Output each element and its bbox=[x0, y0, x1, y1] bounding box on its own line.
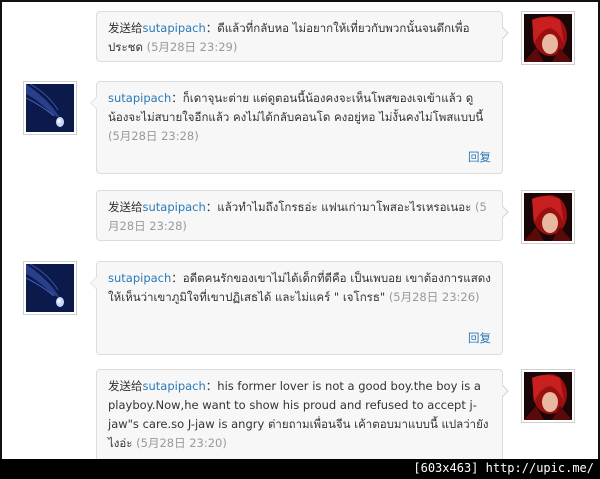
bubble-arrow bbox=[90, 96, 97, 110]
message-time: (5月28日 23:20) bbox=[136, 436, 227, 450]
message-time: (5月28日 23:29) bbox=[146, 40, 238, 54]
avatar[interactable] bbox=[521, 190, 575, 244]
sender-avatar-icon bbox=[26, 264, 74, 312]
user-avatar-icon bbox=[524, 14, 572, 62]
avatar[interactable] bbox=[23, 261, 77, 315]
sent-message-bubble: 发送给sutapipach：ดีแล้วที่กลับหอ ไม่อยากให้… bbox=[96, 11, 509, 62]
reply-button[interactable]: 回复 bbox=[468, 329, 491, 348]
message-thread: 发送给sutapipach：ดีแล้วที่กลับหอ ไม่อยากให้… bbox=[0, 0, 600, 479]
message-time: (5月28日 23:26) bbox=[388, 290, 480, 304]
separator: ： bbox=[205, 200, 218, 214]
received-message-bubble: sutapipach：อดีตคนรักของเขาไม่ได้เด็กที่ด… bbox=[90, 261, 503, 355]
recipient-link[interactable]: sutapipach bbox=[143, 200, 206, 214]
user-avatar-icon bbox=[524, 193, 572, 241]
sent-to-prefix: 发送给 bbox=[108, 379, 143, 393]
sent-to-prefix: 发送给 bbox=[108, 200, 143, 214]
bubble-arrow bbox=[501, 26, 509, 40]
message-text: แล้วทำไมถึงโกรธอ่ะ แฟนเก่ามาโพสอะไรเหรอเ… bbox=[217, 200, 472, 214]
avatar[interactable] bbox=[521, 369, 575, 423]
separator: ： bbox=[205, 21, 218, 35]
reply-button[interactable]: 回复 bbox=[468, 148, 491, 167]
bubble-arrow bbox=[501, 205, 509, 219]
recipient-link[interactable]: sutapipach bbox=[143, 379, 206, 393]
footer-text: [603x463] http://upic.me/ bbox=[413, 461, 594, 475]
sender-link[interactable]: sutapipach bbox=[108, 91, 171, 105]
separator: ： bbox=[171, 91, 183, 105]
sent-message-bubble: 发送给sutapipach：his former lover is not a … bbox=[96, 369, 509, 461]
avatar[interactable] bbox=[23, 81, 77, 135]
user-avatar-icon bbox=[524, 372, 572, 420]
recipient-link[interactable]: sutapipach bbox=[143, 21, 206, 35]
sent-message-bubble: 发送给sutapipach：แล้วทำไมถึงโกรธอ่ะ แฟนเก่า… bbox=[96, 190, 509, 241]
sender-avatar-icon bbox=[26, 84, 74, 132]
bubble-arrow bbox=[90, 276, 97, 290]
sender-link[interactable]: sutapipach bbox=[108, 271, 171, 285]
separator: ： bbox=[171, 271, 183, 285]
avatar[interactable] bbox=[521, 11, 575, 65]
received-message-bubble: sutapipach：ก็เดาจุนะต่าย แต่ดูตอนนี้น้อง… bbox=[90, 81, 503, 174]
message-time: (5月28日 23:28) bbox=[108, 129, 199, 143]
separator: ： bbox=[205, 379, 218, 393]
bubble-arrow bbox=[501, 384, 509, 398]
sent-to-prefix: 发送给 bbox=[108, 21, 143, 35]
image-host-footer: [603x463] http://upic.me/ bbox=[0, 459, 600, 479]
